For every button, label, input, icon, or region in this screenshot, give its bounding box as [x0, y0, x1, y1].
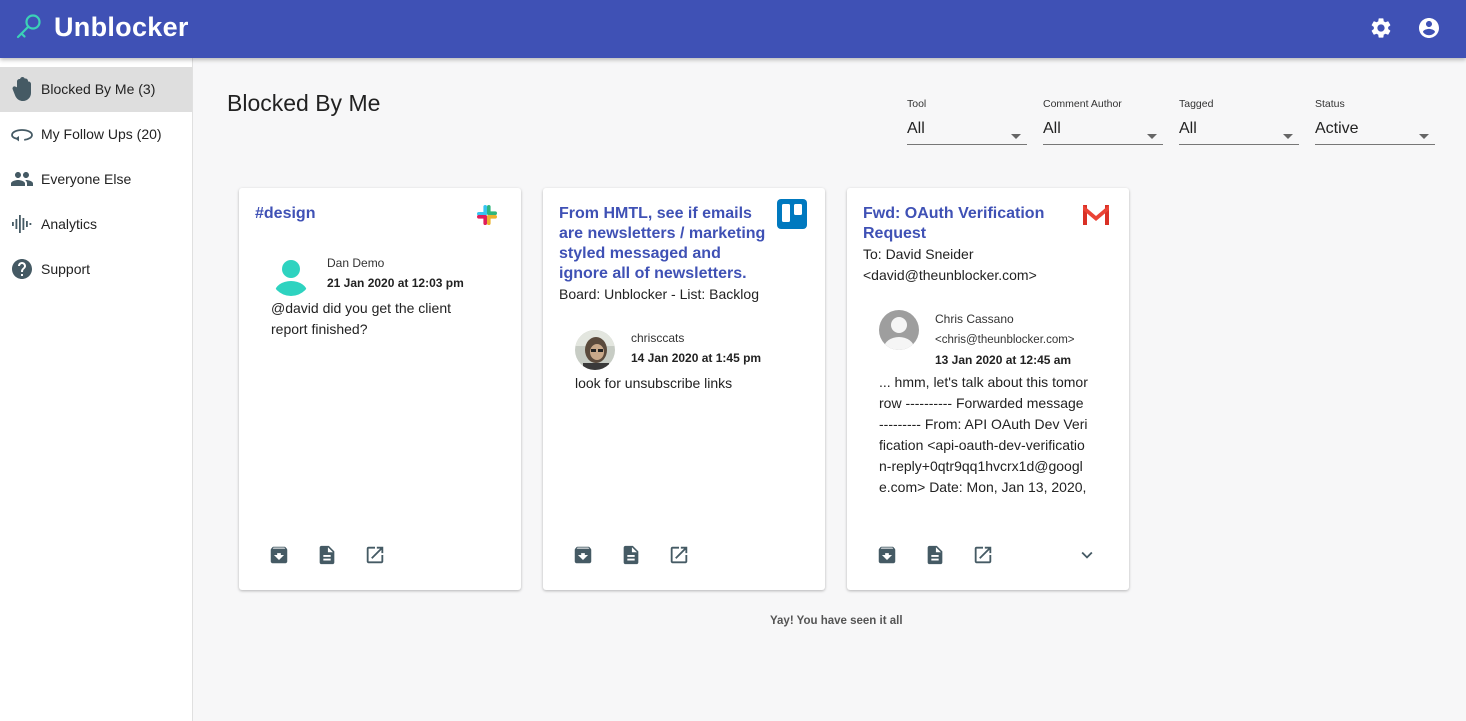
account-circle-icon[interactable]: [1417, 16, 1441, 45]
filter-underline: [1043, 144, 1163, 145]
filter-label: Tool: [907, 98, 927, 110]
filter-label: Comment Author: [1043, 98, 1122, 110]
comment-date: 13 Jan 2020 at 12:45 am: [935, 353, 1072, 367]
sidebar-item-label: Blocked By Me (3): [41, 81, 156, 97]
document-icon[interactable]: [924, 544, 946, 566]
dropdown-arrow-icon: [1147, 126, 1157, 144]
chevron-down-icon[interactable]: [1076, 544, 1098, 566]
email-to: To: David Sneider: [863, 246, 974, 262]
filter-label: Tagged: [1179, 98, 1214, 110]
avatar: [879, 310, 919, 350]
comment-author: Chris Cassano: [935, 312, 1014, 326]
email-to-address: <david@theunblocker.com>: [863, 267, 1037, 283]
follow-up-icon: [10, 122, 34, 146]
gmail-icon: [1081, 203, 1111, 232]
page-title: Blocked By Me: [227, 90, 381, 116]
sidebar-item-analytics[interactable]: Analytics: [0, 202, 192, 247]
end-of-list-message: Yay! You have seen it all: [770, 615, 903, 627]
dropdown-arrow-icon: [1283, 126, 1293, 144]
blocker-card: From HMTL, see if emails are newsletters…: [543, 188, 825, 590]
tool-filter-select[interactable]: Tool All: [907, 98, 1027, 145]
filter-underline: [1179, 144, 1299, 145]
blocker-card: Fwd: OAuth Verification Request To: Davi…: [847, 188, 1129, 590]
sidebar-item-label: Everyone Else: [41, 171, 132, 187]
sidebar-item-label: My Follow Ups (20): [41, 126, 162, 142]
sidebar-item-my-follow-ups[interactable]: My Follow Ups (20): [0, 112, 192, 157]
filter-underline: [907, 144, 1027, 145]
filter-value: All: [907, 120, 925, 137]
comment-author: chrisccats: [631, 331, 685, 345]
filter-value: All: [1043, 120, 1061, 137]
people-icon: [10, 167, 34, 191]
comment-text: @david did you get the client report fin…: [271, 300, 451, 337]
open-in-new-icon[interactable]: [972, 544, 994, 566]
app-title: Unblocker: [54, 12, 189, 42]
avatar: [271, 256, 311, 296]
gear-icon[interactable]: [1369, 16, 1393, 45]
tagged-filter-select[interactable]: Tagged All: [1179, 98, 1299, 145]
comment-date: 21 Jan 2020 at 12:03 pm: [327, 276, 464, 290]
open-in-new-icon[interactable]: [364, 544, 386, 566]
filter-value: All: [1179, 120, 1197, 137]
document-icon[interactable]: [620, 544, 642, 566]
comment-author-email: <chris@theunblocker.com>: [935, 334, 1075, 346]
analytics-icon: [10, 212, 34, 236]
filter-value: Active: [1315, 120, 1359, 137]
card-subtitle: Board: Unblocker - List: Backlog: [559, 286, 759, 302]
avatar: [575, 330, 615, 370]
status-filter-select[interactable]: Status Active: [1315, 98, 1435, 145]
comment-text: look for unsubscribe links: [575, 375, 733, 391]
hand-icon: [10, 77, 34, 101]
key-icon: [14, 12, 44, 47]
archive-icon[interactable]: [572, 544, 594, 566]
archive-icon[interactable]: [268, 544, 290, 566]
comment-author: Dan Demo: [327, 256, 385, 270]
slack-icon: [473, 201, 501, 234]
sidebar-item-everyone-else[interactable]: Everyone Else: [0, 157, 192, 202]
blocker-card: #design Dan Demo 21 Jan 2020 at 12:03 pm…: [239, 188, 521, 590]
card-title[interactable]: Fwd: OAuth Verification Request: [863, 204, 1063, 244]
sidebar-item-label: Analytics: [41, 216, 98, 232]
app-bar: Unblocker: [0, 0, 1466, 58]
archive-icon[interactable]: [876, 544, 898, 566]
card-title[interactable]: #design: [255, 204, 470, 224]
trello-icon: [777, 199, 807, 234]
comment-date: 14 Jan 2020 at 1:45 pm: [631, 351, 762, 365]
sidebar: Blocked By Me (3) My Follow Ups (20) Eve…: [0, 58, 193, 721]
sidebar-item-support[interactable]: Support: [0, 247, 192, 292]
filter-label: Status: [1315, 98, 1345, 110]
filter-underline: [1315, 144, 1435, 145]
comment-author-filter-select[interactable]: Comment Author All: [1043, 98, 1163, 145]
sidebar-item-blocked-by-me[interactable]: Blocked By Me (3): [0, 67, 192, 112]
document-icon[interactable]: [316, 544, 338, 566]
dropdown-arrow-icon: [1011, 126, 1021, 144]
sidebar-item-label: Support: [41, 261, 91, 277]
help-icon: [10, 257, 34, 281]
dropdown-arrow-icon: [1419, 126, 1429, 144]
comment-text: ... hmm, let's talk about this tomorrow …: [879, 374, 1088, 495]
card-title[interactable]: From HMTL, see if emails are newsletters…: [559, 204, 774, 284]
open-in-new-icon[interactable]: [668, 544, 690, 566]
